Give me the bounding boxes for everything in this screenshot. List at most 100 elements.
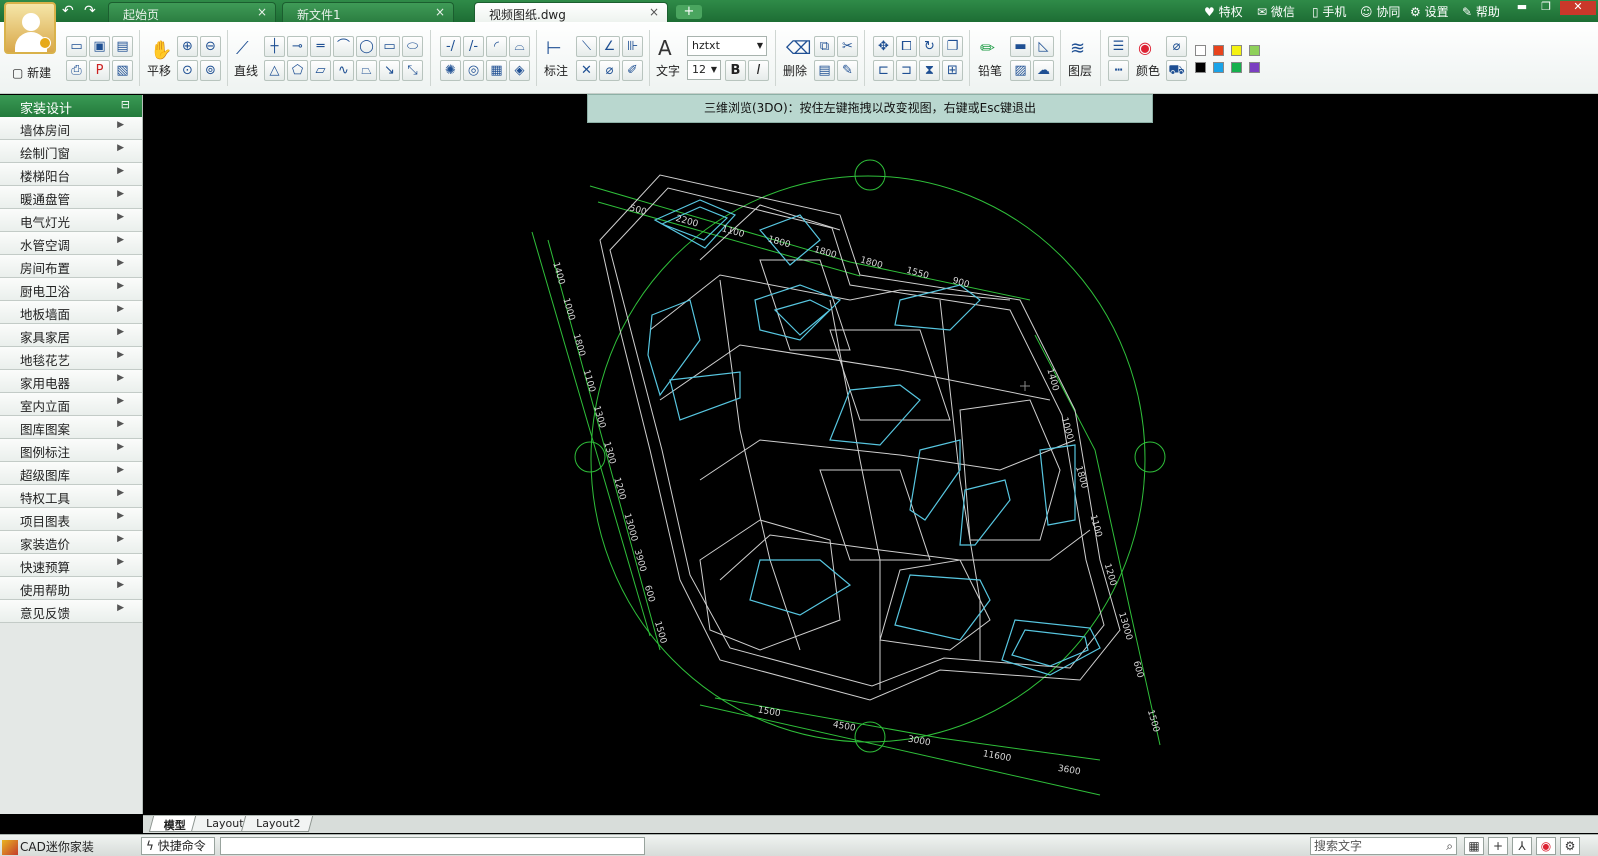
explode-icon[interactable]: ✺ [440, 60, 461, 81]
tab-start-page[interactable]: 起始页 × [108, 2, 276, 22]
copy-object-icon[interactable]: ❐ [942, 36, 963, 57]
swatch-red[interactable] [1213, 45, 1224, 56]
hatch-icon[interactable]: ▦ [486, 60, 507, 81]
color-wheel-icon[interactable]: ◉ [1138, 38, 1152, 57]
pin-icon[interactable]: ⊟ [121, 98, 130, 111]
sidebar-item[interactable]: 楼梯阳台 ▶ [0, 163, 142, 186]
save-icon[interactable]: ▣ [89, 36, 110, 57]
cloud-icon[interactable]: ☁ [1033, 60, 1054, 81]
sidebar-item[interactable]: 快速预算 ▶ [0, 554, 142, 577]
sidebar-item[interactable]: 家装造价 ▶ [0, 531, 142, 554]
sidebar-item[interactable]: 使用帮助 ▶ [0, 577, 142, 600]
parallelogram-icon[interactable]: ▱ [310, 60, 331, 81]
user-avatar[interactable] [4, 2, 56, 54]
line-tool-icon[interactable]: ⟋ [236, 38, 249, 59]
sidebar-item[interactable]: 图库图案 ▶ [0, 416, 142, 439]
sidebar-item[interactable]: 项目图表 ▶ [0, 508, 142, 531]
swatch-light-green[interactable] [1249, 45, 1260, 56]
quick-command-button[interactable]: ϟ 快捷命令 [141, 837, 215, 855]
settings-icon[interactable]: ⚙ [1560, 837, 1580, 855]
tab-layout2[interactable]: Layout2 [240, 816, 314, 832]
undo-arrow-icon[interactable]: ↶ [62, 3, 74, 19]
add-tab-button[interactable]: + [676, 5, 702, 19]
paste-icon[interactable]: ▤ [814, 60, 835, 81]
trim-icon[interactable]: -/ [440, 36, 461, 57]
angle-dim-icon[interactable]: ∠ [599, 36, 620, 57]
move-icon[interactable]: ✥ [873, 36, 894, 57]
minimize-icon[interactable]: ▬ [1512, 1, 1532, 15]
command-input[interactable] [220, 837, 645, 855]
match-properties-icon[interactable]: ✎ [837, 60, 858, 81]
chamfer-icon[interactable]: ⌓ [509, 36, 530, 57]
sidebar-item[interactable]: 房间布置 ▶ [0, 255, 142, 278]
color-picker-icon[interactable]: ◉ [1536, 837, 1556, 855]
radius-dim-icon[interactable]: ✕ [576, 60, 597, 81]
font-size-select[interactable]: 12 ▼ [687, 60, 721, 80]
privilege-link[interactable]: ♥ 特权 [1204, 3, 1243, 20]
pentagon-icon[interactable]: ⬠ [287, 60, 308, 81]
circle-icon[interactable]: ◯ [356, 36, 377, 57]
sidebar-item[interactable]: 暖通盘管 ▶ [0, 186, 142, 209]
sidebar-item[interactable]: 超级图库 ▶ [0, 462, 142, 485]
area-icon[interactable]: ◺ [1033, 36, 1054, 57]
ortho-icon[interactable]: + [1488, 837, 1508, 855]
tab-new-file[interactable]: 新文件1 × [282, 2, 454, 22]
sidebar-item[interactable]: 室内立面 ▶ [0, 393, 142, 416]
arc-icon[interactable]: ⌒ [333, 36, 354, 57]
double-line-icon[interactable]: ═ [310, 36, 331, 57]
dimension-icon[interactable]: ⊢ [546, 38, 562, 59]
orbit-handle-top[interactable] [854, 159, 886, 191]
polyline-icon[interactable]: ┼ [264, 36, 285, 57]
font-select[interactable]: hztxt ▼ [687, 36, 767, 56]
eraser-icon[interactable]: ⌀ [1166, 36, 1187, 57]
spline-icon[interactable]: ∿ [333, 60, 354, 81]
aligned-dim-icon[interactable]: ⟍ [576, 36, 597, 57]
mirror-icon[interactable]: ⧗ [919, 60, 940, 81]
mobile-link[interactable]: ▯ 手机 [1312, 3, 1346, 20]
sidebar-item[interactable]: 绘制门窗 ▶ [0, 140, 142, 163]
rotate-icon[interactable]: ↻ [919, 36, 940, 57]
snap-grid-icon[interactable]: ▦ [1464, 837, 1484, 855]
pdf-icon[interactable]: P [89, 60, 110, 81]
swatch-black[interactable] [1195, 62, 1206, 73]
swatch-green[interactable] [1231, 62, 1242, 73]
insert-image-icon[interactable]: ▨ [1010, 60, 1031, 81]
diameter-dim-icon[interactable]: ⌀ [599, 60, 620, 81]
cad-3d-view[interactable]: 5002200110018001800180015509001400100018… [143, 95, 1598, 816]
zoom-in-icon[interactable]: ⊕ [177, 36, 198, 57]
sidebar-item[interactable]: 地毯花艺 ▶ [0, 347, 142, 370]
fillet-icon[interactable]: ◜ [486, 36, 507, 57]
print-icon[interactable]: ⎙ [66, 60, 87, 81]
help-link[interactable]: ✎ 帮助 [1462, 3, 1500, 20]
export-image-icon[interactable]: ▧ [112, 60, 133, 81]
pencil-icon[interactable]: ✏ [980, 38, 995, 59]
close-icon[interactable]: × [257, 5, 267, 19]
swatch-purple[interactable] [1249, 62, 1260, 73]
fill-icon[interactable]: ◈ [509, 60, 530, 81]
copy-icon[interactable]: ⧉ [814, 36, 835, 57]
zoom-out-icon[interactable]: ⊖ [200, 36, 221, 57]
xline-icon[interactable]: ⤡ [402, 60, 423, 81]
offset-icon[interactable]: ◎ [463, 60, 484, 81]
wechat-link[interactable]: ✉ 微信 [1257, 3, 1295, 20]
sidebar-item[interactable]: 图例标注 ▶ [0, 439, 142, 462]
polar-icon[interactable]: ⅄ [1512, 837, 1532, 855]
sidebar-item[interactable]: 墙体房间 ▶ [0, 117, 142, 140]
eraser-delete-icon[interactable]: ⌫ [786, 38, 811, 59]
bold-button[interactable]: B [725, 60, 746, 81]
measure-icon[interactable]: ▬ [1010, 36, 1031, 57]
collab-link[interactable]: ☺ 协同 [1360, 3, 1400, 20]
linetype-icon[interactable]: ┅ [1108, 60, 1129, 81]
zoom-extents-icon[interactable]: ⊚ [200, 60, 221, 81]
lineweight-icon[interactable]: ☰ [1108, 36, 1129, 57]
search-icon[interactable]: ⌕ [1446, 838, 1453, 854]
extend-icon[interactable]: /- [463, 36, 484, 57]
redo-arrow-icon[interactable]: ↷ [84, 3, 96, 19]
close-icon[interactable]: × [649, 5, 659, 19]
orbit-handle-bottom[interactable] [854, 721, 886, 753]
sidebar-item[interactable]: 家具家居 ▶ [0, 324, 142, 347]
zoom-window-icon[interactable]: ⊙ [177, 60, 198, 81]
stretch-icon[interactable]: ⊏ [873, 60, 894, 81]
align-icon[interactable]: ⊐ [896, 60, 917, 81]
pan-hand-icon[interactable]: ✋ [150, 40, 172, 61]
